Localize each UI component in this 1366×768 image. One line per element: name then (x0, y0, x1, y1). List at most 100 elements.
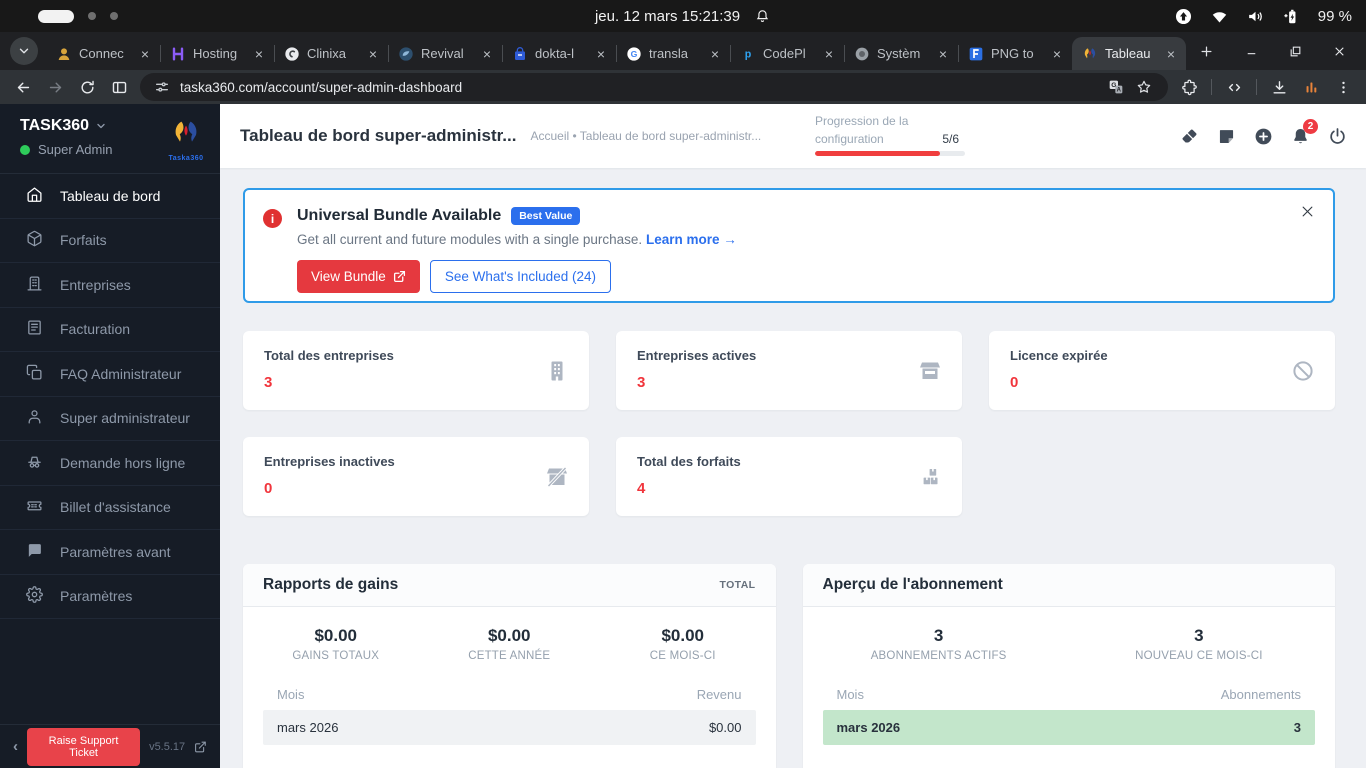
subscription-panel-title: Aperçu de l'abonnement (822, 576, 1003, 593)
tab-close-button[interactable]: × (251, 46, 267, 62)
notifications-button[interactable]: 2 (1289, 119, 1318, 147)
stats-extension-button[interactable] (1296, 73, 1326, 101)
see-whats-included-button[interactable]: See What's Included (24) (429, 260, 611, 293)
sidebar-item-label: Entreprises (60, 276, 131, 293)
browser-tab-clinixa[interactable]: Clinixa × (274, 37, 388, 70)
breadcrumb[interactable]: Accueil • Tableau de bord super-administ… (530, 129, 761, 143)
setup-progress[interactable]: Progression de la configuration 5/6 (815, 114, 965, 156)
tab-search-button[interactable] (10, 37, 38, 65)
sidebar-item-faq-administrateur[interactable]: FAQ Administrateur (0, 352, 220, 397)
browser-tab-tableau[interactable]: Tableau × (1072, 37, 1186, 70)
sidebar-item-param-tres[interactable]: Paramètres (0, 575, 220, 619)
power-icon (1329, 127, 1345, 144)
sidebar-item-billet-d-assistance[interactable]: Billet d'assistance (0, 486, 220, 530)
devtools-button[interactable] (1219, 73, 1249, 101)
browser-toolbar: taska360.com/account/super-admin-dashboa… (0, 70, 1366, 104)
stat-card-entreprises-actives[interactable]: Entreprises actives 3 (616, 331, 962, 410)
clear-cache-button[interactable] (1178, 125, 1200, 147)
close-icon (1302, 206, 1313, 217)
browser-tab-png-to[interactable]: PNG to × (958, 37, 1072, 70)
external-link-icon[interactable] (194, 740, 207, 754)
learn-more-link[interactable]: Learn more → (646, 232, 737, 247)
sidebar-header: TASK360 Super Admin Taska360 (0, 104, 220, 174)
tab-close-button[interactable]: × (935, 46, 951, 62)
activities-pill[interactable] (38, 9, 74, 23)
window-controls (1234, 32, 1366, 70)
tab-close-button[interactable]: × (137, 46, 153, 62)
table-row[interactable]: mars 2026 3 (822, 710, 1315, 745)
metric: $0.00 CETTE ANNÉE (423, 626, 597, 662)
raise-support-ticket-button[interactable]: Raise Support Ticket (27, 727, 141, 766)
side-panel-icon (112, 81, 126, 93)
page-title: Tableau de bord super-administr... (240, 126, 517, 145)
tab-close-button[interactable]: × (1049, 46, 1065, 62)
url-text[interactable]: taska360.com/account/super-admin-dashboa… (180, 80, 1102, 95)
browser-menu-button[interactable] (1328, 73, 1358, 101)
tab-label: Tableau (1105, 46, 1151, 61)
tab-close-button[interactable]: × (707, 46, 723, 62)
system-clock[interactable]: jeu. 12 mars 15:21:39 (595, 8, 771, 25)
reload-button[interactable] (72, 73, 102, 101)
brand-switcher[interactable]: TASK360 (20, 117, 112, 135)
tab-close-button[interactable]: × (593, 46, 609, 62)
notes-button[interactable] (1215, 125, 1237, 147)
tab-close-button[interactable]: × (1163, 46, 1179, 62)
browser-tab-syst-m[interactable]: Systèm × (844, 37, 958, 70)
stat-card-licence-expir-e[interactable]: Licence expirée 0 (989, 331, 1335, 410)
sidebar-item-tableau-de-bord[interactable]: Tableau de bord (0, 174, 220, 219)
collapse-sidebar-button[interactable]: ‹ (13, 738, 18, 755)
close-window-button[interactable] (1322, 36, 1356, 66)
extensions-button[interactable] (1174, 73, 1204, 101)
back-arrow-icon (17, 82, 29, 92)
forward-button[interactable] (40, 73, 70, 101)
sidebar-item-super-administrateur[interactable]: Super administrateur (0, 397, 220, 441)
stat-card-total-des-forfaits[interactable]: Total des forfaits 4 (616, 437, 962, 516)
downloads-button[interactable] (1264, 73, 1294, 101)
logout-button[interactable] (1326, 125, 1348, 147)
sidebar-item-label: Paramètres (60, 588, 133, 605)
workspace-dot (110, 12, 118, 20)
sidebar-item-demande-hors-ligne[interactable]: Demande hors ligne (0, 441, 220, 486)
bookmark-button[interactable] (1130, 75, 1158, 99)
site-settings-icon[interactable] (150, 75, 174, 99)
earnings-panel-title: Rapports de gains (263, 576, 399, 593)
stat-card-entreprises-inactives[interactable]: Entreprises inactives 0 (243, 437, 589, 516)
view-bundle-button[interactable]: View Bundle (297, 260, 420, 293)
fav-taska-icon (1082, 46, 1098, 62)
metric-label: CE MOIS-CI (649, 650, 716, 662)
browser-tab-revival[interactable]: Revival × (388, 37, 502, 70)
browser-tab-hosting[interactable]: Hosting × (160, 37, 274, 70)
version-label: v5.5.17 (149, 740, 186, 753)
stat-store-icon (918, 359, 942, 383)
tab-close-button[interactable]: × (365, 46, 381, 62)
browser-tab-connec[interactable]: Connec × (46, 37, 160, 70)
sidebar-item-forfaits[interactable]: Forfaits (0, 219, 220, 263)
address-bar[interactable]: taska360.com/account/super-admin-dashboa… (140, 73, 1168, 101)
minimize-icon (1247, 52, 1255, 54)
browser-tab-codepl[interactable]: p CodePl × (730, 37, 844, 70)
back-button[interactable] (8, 73, 38, 101)
table-row[interactable]: mars 2026 $0.00 (263, 710, 756, 745)
incognito-icon (26, 453, 43, 473)
tab-close-button[interactable]: × (821, 46, 837, 62)
sidebar-item-entreprises[interactable]: Entreprises (0, 263, 220, 308)
sidebar-item-label: Facturation (60, 321, 131, 338)
translate-button[interactable]: GA (1102, 75, 1130, 99)
side-panel-button[interactable] (104, 73, 134, 101)
download-icon (1272, 80, 1286, 94)
notification-count-badge: 2 (1303, 119, 1318, 134)
stat-card-total-des-entreprises[interactable]: Total des entreprises 3 (243, 331, 589, 410)
minimize-button[interactable] (1234, 36, 1268, 66)
taska360-logo-icon (175, 121, 197, 142)
banner-close-button[interactable] (1300, 204, 1315, 224)
sidebar-item-facturation[interactable]: Facturation (0, 308, 220, 352)
new-tab-button[interactable] (1192, 37, 1220, 65)
sidebar-item-param-tres-avant[interactable]: Paramètres avant (0, 530, 220, 575)
system-tray[interactable]: 99 % (1174, 7, 1366, 26)
browser-tab-transla[interactable]: Gtransla × (616, 37, 730, 70)
quick-add-button[interactable] (1252, 125, 1274, 147)
tab-close-button[interactable]: × (479, 46, 495, 62)
restore-button[interactable] (1278, 36, 1312, 66)
app-logo[interactable]: Taska360 (168, 117, 204, 162)
browser-tab-dokta-l[interactable]: dokta-l × (502, 37, 616, 70)
